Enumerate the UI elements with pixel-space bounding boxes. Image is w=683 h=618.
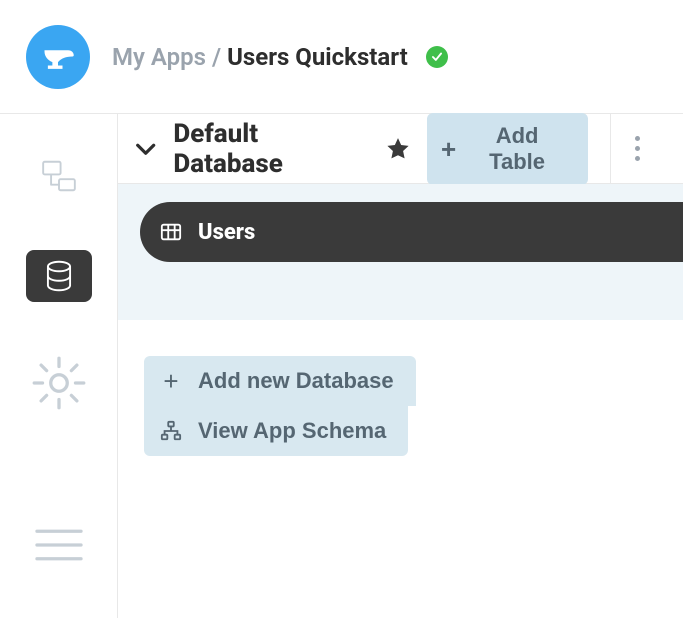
database-actions: + Add new Database View App Schema xyxy=(118,320,683,456)
grid-icon xyxy=(160,221,182,243)
left-sidebar xyxy=(0,114,118,618)
plus-icon: + xyxy=(160,368,182,394)
table-item-users[interactable]: Users xyxy=(140,202,683,262)
sidebar-item-menu[interactable] xyxy=(26,512,92,578)
panel-overflow-menu[interactable] xyxy=(617,129,657,169)
status-badge-ok xyxy=(426,46,448,68)
collapse-toggle[interactable] xyxy=(132,135,159,163)
database-title: Default Database xyxy=(173,119,369,179)
anvil-icon xyxy=(40,39,76,75)
favorite-toggle[interactable] xyxy=(384,134,413,164)
app-logo xyxy=(26,25,90,89)
main-content: Default Database + Add Table xyxy=(118,114,683,618)
sitemap-icon xyxy=(160,420,182,442)
add-table-label: Add Table xyxy=(466,123,568,175)
gear-icon xyxy=(26,350,92,416)
tree-icon xyxy=(40,157,78,195)
breadcrumb-separator: / xyxy=(212,43,221,71)
breadcrumb: My Apps / Users Quickstart xyxy=(112,43,448,71)
database-panel-header: Default Database + Add Table xyxy=(118,114,683,184)
table-name: Users xyxy=(198,220,255,245)
database-icon xyxy=(40,257,78,295)
sidebar-item-database[interactable] xyxy=(26,250,92,302)
plus-icon: + xyxy=(441,136,456,162)
breadcrumb-active: Users Quickstart xyxy=(227,43,408,71)
add-database-button[interactable]: + Add new Database xyxy=(144,356,416,406)
chevron-down-icon xyxy=(132,135,159,162)
sidebar-item-design[interactable] xyxy=(26,150,92,202)
tables-list: Users xyxy=(118,184,683,320)
menu-icon xyxy=(26,512,92,578)
divider xyxy=(610,114,611,184)
add-database-label: Add new Database xyxy=(198,368,394,394)
view-schema-button[interactable]: View App Schema xyxy=(144,406,408,456)
breadcrumb-root[interactable]: My Apps xyxy=(112,43,206,71)
star-icon xyxy=(385,136,411,162)
check-icon xyxy=(430,50,444,64)
sidebar-item-settings[interactable] xyxy=(26,350,92,416)
add-table-button[interactable]: + Add Table xyxy=(427,113,588,185)
view-schema-label: View App Schema xyxy=(198,418,386,444)
app-header: My Apps / Users Quickstart xyxy=(0,0,683,114)
